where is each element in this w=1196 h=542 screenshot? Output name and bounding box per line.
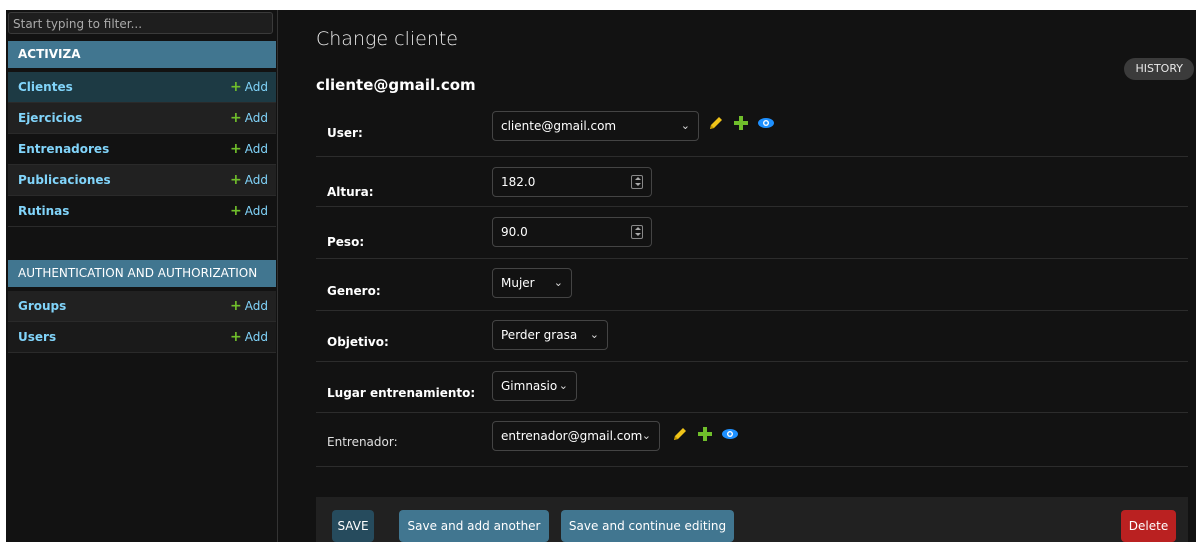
objetivo-select[interactable]: Perder grasa ⌄ (492, 320, 608, 350)
sidebar-item-rutinas[interactable]: Rutinas + Add (8, 196, 276, 227)
spinner-icon[interactable] (631, 225, 643, 239)
altura-input[interactable]: 182.0 (492, 167, 652, 197)
sidebar-item-users[interactable]: Users + Add (8, 322, 276, 353)
add-related-icon[interactable] (696, 425, 714, 443)
sidebar-item-label[interactable]: Publicaciones (18, 165, 111, 196)
sidebar-item-label[interactable]: Entrenadores (18, 134, 109, 165)
chevron-down-icon: ⌄ (553, 276, 563, 289)
plus-icon: + (230, 79, 242, 95)
lugar-label: Lugar entrenamiento: (327, 386, 476, 400)
sidebar-filter-input[interactable]: Start typing to filter... (8, 12, 273, 34)
form-row-genero: Genero: Mujer ⌄ (316, 259, 1188, 311)
sidebar-item-label[interactable]: Ejercicios (18, 103, 82, 134)
pencil-icon[interactable] (671, 425, 689, 443)
plus-icon: + (230, 329, 242, 345)
sidebar-item-publicaciones[interactable]: Publicaciones + Add (8, 165, 276, 196)
sidebar: Start typing to filter... ACTIVIZA Clien… (6, 10, 278, 542)
add-users-link[interactable]: + Add (230, 322, 268, 353)
chevron-down-icon: ⌄ (558, 379, 568, 392)
add-related-icon[interactable] (732, 114, 750, 132)
sidebar-item-label[interactable]: Users (18, 322, 56, 353)
module-header-activiza[interactable]: ACTIVIZA (8, 41, 276, 68)
spinner-icon[interactable] (631, 175, 643, 189)
entrenador-label: Entrenador: (327, 435, 398, 449)
plus-icon: + (230, 172, 242, 188)
objetivo-label: Objetivo: (327, 335, 389, 349)
form-row-lugar: Lugar entrenamiento: Gimnasio ⌄ (316, 362, 1188, 413)
history-button[interactable]: HISTORY (1124, 58, 1194, 80)
view-eye-icon[interactable] (721, 425, 739, 443)
plus-icon: + (230, 110, 242, 126)
sidebar-item-label[interactable]: Rutinas (18, 196, 69, 227)
plus-icon: + (230, 298, 242, 314)
altura-label: Altura: (327, 185, 374, 199)
add-groups-link[interactable]: + Add (230, 291, 268, 322)
sidebar-item-label[interactable]: Groups (18, 291, 66, 322)
sidebar-item-groups[interactable]: Groups + Add (8, 291, 276, 322)
admin-app: Start typing to filter... ACTIVIZA Clien… (6, 10, 1196, 542)
save-add-another-button[interactable]: Save and add another (399, 510, 549, 542)
form-row-objetivo: Objetivo: Perder grasa ⌄ (316, 311, 1188, 362)
add-rutinas-link[interactable]: + Add (230, 196, 268, 227)
chevron-down-icon: ⌄ (589, 328, 599, 341)
plus-icon: + (230, 141, 242, 157)
chevron-down-icon: ⌄ (641, 429, 651, 442)
genero-select[interactable]: Mujer ⌄ (492, 268, 572, 298)
form-row-entrenador: Entrenador: entrenador@gmail.com ⌄ (316, 413, 1188, 467)
plus-icon: + (230, 203, 242, 219)
sidebar-item-label[interactable]: Clientes (18, 72, 73, 103)
delete-button[interactable]: Delete (1121, 510, 1176, 542)
add-clientes-link[interactable]: + Add (230, 72, 268, 103)
view-eye-icon[interactable] (757, 114, 775, 132)
entrenador-select[interactable]: entrenador@gmail.com ⌄ (492, 421, 660, 451)
user-label: User: (327, 126, 363, 140)
peso-label: Peso: (327, 235, 365, 249)
module-header-auth[interactable]: AUTHENTICATION AND AUTHORIZATION (8, 260, 276, 287)
genero-label: Genero: (327, 284, 381, 298)
user-select[interactable]: cliente@gmail.com ⌄ (492, 111, 699, 141)
save-continue-editing-button[interactable]: Save and continue editing (561, 510, 734, 542)
main-content: Change cliente HISTORY cliente@gmail.com… (278, 10, 1196, 542)
add-ejercicios-link[interactable]: + Add (230, 103, 268, 134)
save-button[interactable]: SAVE (332, 510, 374, 542)
form-row-peso: Peso: 90.0 (316, 207, 1188, 259)
lugar-select[interactable]: Gimnasio ⌄ (492, 371, 577, 401)
chevron-down-icon: ⌄ (680, 119, 690, 132)
form-row-altura: Altura: 182.0 (316, 157, 1188, 207)
page-title: Change cliente (316, 28, 458, 50)
peso-input[interactable]: 90.0 (492, 217, 652, 247)
submit-row: SAVE Save and add another Save and conti… (316, 497, 1188, 542)
pencil-icon[interactable] (707, 114, 725, 132)
add-publicaciones-link[interactable]: + Add (230, 165, 268, 196)
sidebar-item-clientes[interactable]: Clientes + Add (8, 72, 276, 103)
object-title: cliente@gmail.com (316, 76, 476, 94)
form-row-user: User: cliente@gmail.com ⌄ (316, 108, 1188, 157)
sidebar-item-ejercicios[interactable]: Ejercicios + Add (8, 103, 276, 134)
sidebar-item-entrenadores[interactable]: Entrenadores + Add (8, 134, 276, 165)
add-entrenadores-link[interactable]: + Add (230, 134, 268, 165)
